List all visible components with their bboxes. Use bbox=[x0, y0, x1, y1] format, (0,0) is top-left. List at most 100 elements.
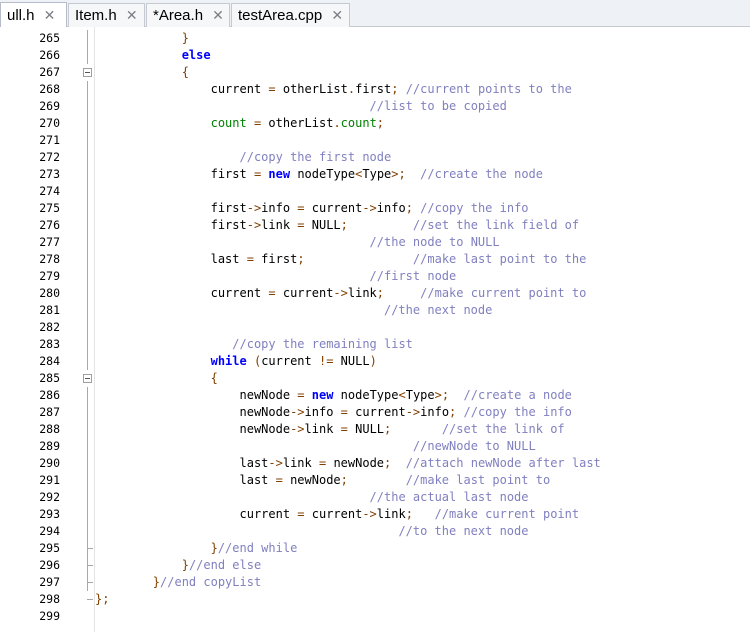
code-token: link bbox=[347, 286, 377, 300]
code-token: info bbox=[420, 405, 450, 419]
code-line[interactable]: //the next node bbox=[95, 302, 492, 319]
code-line[interactable]: //the node to NULL bbox=[95, 234, 500, 251]
code-token: ; bbox=[340, 218, 348, 232]
tab-item-h[interactable]: Item.h ✕ bbox=[68, 3, 145, 27]
code-line[interactable]: last->link = newNode; //attach newNode a… bbox=[95, 455, 601, 472]
code-token: last bbox=[210, 252, 247, 266]
code-editor[interactable]: 265 266 267 268 269 270 271 272 273 274 275 276 277 2… bbox=[0, 27, 750, 632]
code-token: -> bbox=[268, 456, 283, 470]
code-token: last bbox=[239, 473, 276, 487]
fold-end-marker bbox=[87, 582, 93, 583]
code-line[interactable]: //copy the first node bbox=[95, 149, 392, 166]
code-line[interactable]: { bbox=[95, 64, 189, 81]
code-token: //the node to NULL bbox=[369, 235, 500, 249]
code-line[interactable]: first->link = NULL; //set the link field… bbox=[95, 217, 580, 234]
line-number: 275 bbox=[39, 201, 60, 215]
close-x-icon[interactable]: ✕ bbox=[125, 8, 139, 24]
code-token: = bbox=[297, 388, 305, 402]
code-token: = bbox=[246, 252, 254, 266]
code-token: new bbox=[311, 388, 334, 402]
code-token: -> bbox=[362, 507, 377, 521]
code-token: NULL bbox=[304, 218, 341, 232]
code-area[interactable]: } else { current = otherList.first; //cu… bbox=[95, 27, 750, 632]
code-token: = bbox=[268, 286, 276, 300]
line-number: 267 bbox=[39, 65, 60, 79]
code-line[interactable]: //copy the remaining list bbox=[95, 336, 413, 353]
code-line[interactable]: } bbox=[95, 30, 189, 47]
code-line[interactable]: //first node bbox=[95, 268, 457, 285]
code-line[interactable]: count = otherList.count; bbox=[95, 115, 384, 132]
code-token: } bbox=[181, 31, 189, 45]
fold-toggle-icon[interactable] bbox=[83, 374, 92, 383]
close-x-icon[interactable]: ✕ bbox=[330, 8, 344, 24]
code-token: //create a node bbox=[449, 388, 572, 402]
tab-label: testArea.cpp bbox=[238, 7, 323, 24]
line-number: 291 bbox=[39, 473, 60, 487]
code-line[interactable]: else bbox=[95, 47, 211, 64]
code-line[interactable]: current = current->link; //make current … bbox=[95, 506, 580, 523]
code-token: while bbox=[210, 354, 247, 368]
code-token: //to the next node bbox=[398, 524, 529, 538]
code-token: first bbox=[253, 252, 298, 266]
code-token: //copy the info bbox=[412, 201, 529, 215]
code-token: -> bbox=[362, 201, 377, 215]
close-x-icon[interactable]: ✕ bbox=[43, 8, 57, 24]
code-line[interactable]: newNode->link = NULL; //set the link of bbox=[95, 421, 565, 438]
code-line[interactable]: newNode->info = current->info; //copy th… bbox=[95, 404, 572, 421]
code-token: count bbox=[210, 116, 247, 130]
code-line[interactable]: //list to be copied bbox=[95, 98, 507, 115]
code-token: nodeType bbox=[333, 388, 399, 402]
tab-bar: ull.h ✕ Item.h ✕ *Area.h ✕ testArea.cpp … bbox=[0, 0, 750, 28]
code-line[interactable]: }//end while bbox=[95, 540, 298, 557]
code-token: ) bbox=[369, 354, 377, 368]
code-line[interactable]: //newNode to NULL bbox=[95, 438, 536, 455]
code-token: link bbox=[376, 507, 406, 521]
code-line[interactable]: //to the next node bbox=[95, 523, 528, 540]
tab-testarea-cpp[interactable]: testArea.cpp ✕ bbox=[231, 3, 350, 27]
tab-label: ull.h bbox=[7, 7, 35, 24]
code-token: //make last point to the bbox=[412, 252, 587, 266]
line-number: 282 bbox=[39, 320, 60, 334]
code-line[interactable]: //the actual last node bbox=[95, 489, 529, 506]
code-line[interactable]: first = new nodeType<Type>; //create the… bbox=[95, 166, 543, 183]
code-line[interactable]: { bbox=[95, 370, 218, 387]
code-line[interactable]: }//end else bbox=[95, 557, 261, 574]
code-token: = bbox=[297, 218, 305, 232]
code-token: { bbox=[210, 371, 218, 385]
code-line[interactable]: newNode = new nodeType<Type>; //create a… bbox=[95, 387, 572, 404]
code-line[interactable]: current = otherList.first; //current poi… bbox=[95, 81, 572, 98]
code-line[interactable]: }; bbox=[95, 591, 109, 608]
fold-toggle-icon[interactable] bbox=[83, 68, 92, 77]
code-line[interactable]: first->info = current->info; //copy the … bbox=[95, 200, 529, 217]
code-line[interactable]: last = newNode; //make last point to bbox=[95, 472, 551, 489]
code-line[interactable]: }//end copyList bbox=[95, 574, 261, 591]
code-token: = bbox=[340, 405, 348, 419]
code-line[interactable]: last = first; //make last point to the bbox=[95, 251, 587, 268]
code-token: info bbox=[304, 405, 341, 419]
code-line[interactable]: current = current->link; //make current … bbox=[95, 285, 587, 302]
code-token: //make current point bbox=[434, 507, 580, 521]
close-x-icon[interactable]: ✕ bbox=[211, 8, 225, 24]
code-token: newNode bbox=[282, 473, 341, 487]
code-token: //copy the info bbox=[456, 405, 572, 419]
tab-area-h[interactable]: *Area.h ✕ bbox=[146, 3, 230, 27]
code-token: >; bbox=[434, 388, 450, 402]
code-token: //newNode to NULL bbox=[412, 439, 536, 453]
code-token: = bbox=[340, 422, 348, 436]
tab-ull-h[interactable]: ull.h ✕ bbox=[0, 2, 67, 28]
code-token: . bbox=[333, 116, 341, 130]
code-line[interactable]: while (current != NULL) bbox=[95, 353, 377, 370]
code-token: = bbox=[275, 473, 283, 487]
code-token: new bbox=[268, 167, 291, 181]
